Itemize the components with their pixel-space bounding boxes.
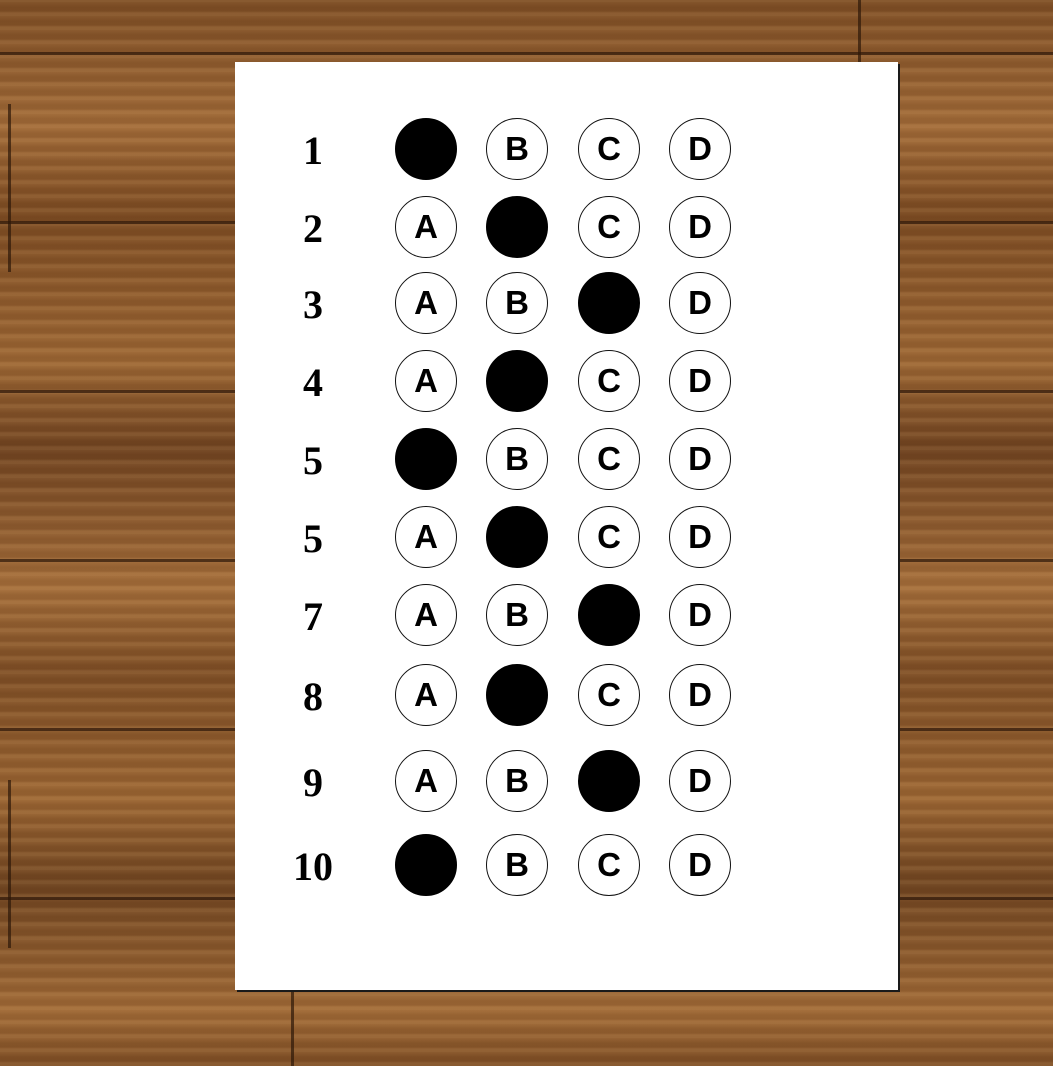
question-row: 3 AB D [235, 270, 898, 340]
answer-bubble-c[interactable]: C [578, 118, 640, 180]
answer-bubble-c[interactable]: C [578, 196, 640, 258]
answer-bubble-d[interactable]: D [669, 272, 731, 334]
floor-plank-seam [858, 0, 861, 62]
filled-bubble-c[interactable] [578, 272, 640, 334]
question-row: 10 B C D [235, 832, 898, 902]
answer-bubble-c[interactable]: C [578, 664, 640, 726]
filled-bubble-c[interactable] [578, 584, 640, 646]
answer-bubble-b[interactable]: B [486, 428, 548, 490]
floor-plank-seam [291, 990, 294, 1066]
question-row: 1 BCD [235, 116, 898, 186]
answer-bubble-c[interactable]: C [578, 834, 640, 896]
filled-bubble-a[interactable] [395, 428, 457, 490]
question-number: 9 [303, 760, 323, 805]
filled-bubble-b[interactable] [486, 506, 548, 568]
filled-bubble-a[interactable] [395, 834, 457, 896]
question-number: 2 [303, 206, 323, 251]
answer-bubble-c[interactable]: C [578, 506, 640, 568]
question-number: 10 [293, 844, 333, 889]
answer-bubble-d[interactable]: D [669, 506, 731, 568]
question-number: 1 [303, 128, 323, 173]
answer-bubble-b[interactable]: B [486, 584, 548, 646]
answer-bubble-d[interactable]: D [669, 750, 731, 812]
answer-bubble-b[interactable]: B [486, 750, 548, 812]
filled-bubble-b[interactable] [486, 350, 548, 412]
answer-bubble-d[interactable]: D [669, 584, 731, 646]
question-number: 5 [303, 438, 323, 483]
question-number: 8 [303, 674, 323, 719]
question-row: 5 A CD [235, 504, 898, 574]
answer-bubble-d[interactable]: D [669, 664, 731, 726]
answer-bubble-b[interactable]: B [486, 272, 548, 334]
filled-bubble-b[interactable] [486, 664, 548, 726]
answer-bubble-a[interactable]: A [395, 750, 457, 812]
question-row: 2 A CD [235, 194, 898, 264]
answer-bubble-b[interactable]: B [486, 118, 548, 180]
filled-bubble-b[interactable] [486, 196, 548, 258]
answer-bubble-a[interactable]: A [395, 272, 457, 334]
answer-bubble-b[interactable]: B [486, 834, 548, 896]
floor-plank-seam [8, 780, 11, 948]
answer-bubble-a[interactable]: A [395, 506, 457, 568]
filled-bubble-c[interactable] [578, 750, 640, 812]
answer-bubble-c[interactable]: C [578, 350, 640, 412]
answer-bubble-a[interactable]: A [395, 584, 457, 646]
answer-bubble-d[interactable]: D [669, 428, 731, 490]
question-number: 5 [303, 516, 323, 561]
answer-bubble-d[interactable]: D [669, 350, 731, 412]
question-row: 8 A CD [235, 662, 898, 732]
question-row: 4 A CD [235, 348, 898, 418]
filled-bubble-a[interactable] [395, 118, 457, 180]
answer-sheet: 1 B C D 2 A C D 3 A B D 4 A C D 5 B C D 5 A C D 7 A B D 8 A C D 9 A B D 10 B C… [235, 62, 898, 990]
question-number: 4 [303, 360, 323, 405]
answer-bubble-d[interactable]: D [669, 196, 731, 258]
question-row: 9 AB D [235, 748, 898, 818]
answer-bubble-d[interactable]: D [669, 834, 731, 896]
answer-bubble-c[interactable]: C [578, 428, 640, 490]
question-row: 7 AB D [235, 582, 898, 652]
answer-bubble-a[interactable]: A [395, 350, 457, 412]
floor-plank-seam [8, 104, 11, 272]
question-row: 5 BCD [235, 426, 898, 496]
question-number: 7 [303, 594, 323, 639]
question-number: 3 [303, 282, 323, 327]
answer-bubble-a[interactable]: A [395, 196, 457, 258]
answer-bubble-d[interactable]: D [669, 118, 731, 180]
answer-bubble-a[interactable]: A [395, 664, 457, 726]
